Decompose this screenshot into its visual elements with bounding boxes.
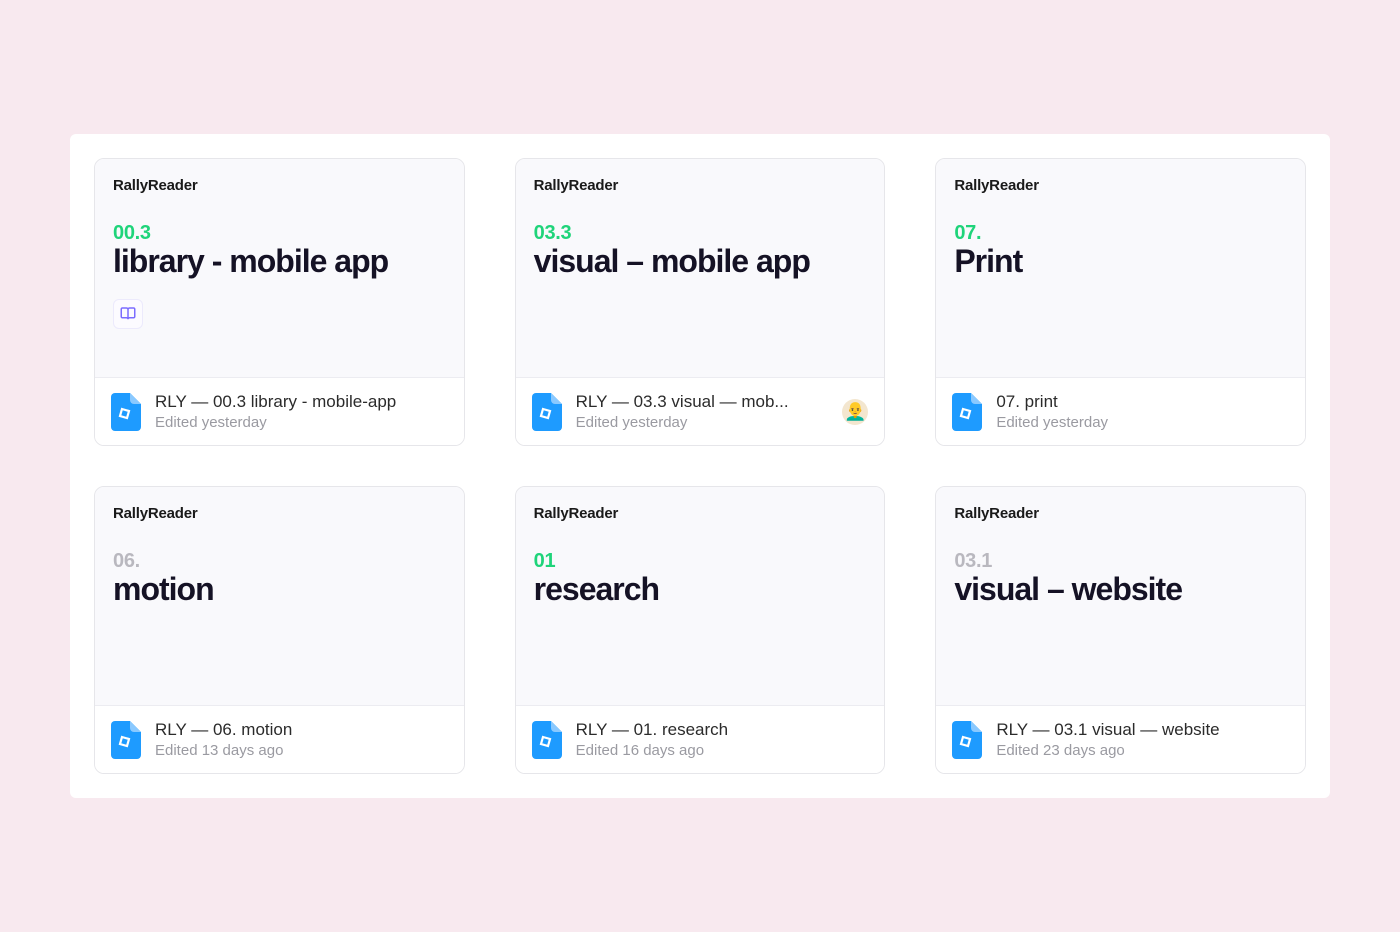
file-card[interactable]: RallyReader 03.1 visual – website RLY — … (935, 486, 1306, 774)
file-edited-label: Edited yesterday (155, 414, 448, 431)
file-preview: RallyReader 03.1 visual – website (936, 487, 1305, 705)
file-edited-label: Edited yesterday (996, 414, 1289, 431)
files-panel: RallyReader 00.3 library - mobile app RL… (70, 134, 1330, 798)
project-number: 07. (954, 222, 1289, 245)
file-preview: RallyReader 01 research (516, 487, 885, 705)
file-footer: RLY — 03.1 visual — website Edited 23 da… (936, 705, 1305, 773)
project-title: visual – website (954, 573, 1289, 607)
file-title: RLY — 01. research (576, 720, 869, 740)
files-grid: RallyReader 00.3 library - mobile app RL… (94, 158, 1306, 774)
figma-file-icon (952, 721, 982, 759)
file-meta: RLY — 03.1 visual — website Edited 23 da… (996, 720, 1289, 759)
book-icon (113, 299, 143, 329)
file-edited-label: Edited 13 days ago (155, 742, 448, 759)
file-footer: 07. print Edited yesterday (936, 377, 1305, 445)
file-footer: RLY — 06. motion Edited 13 days ago (95, 705, 464, 773)
file-title: RLY — 00.3 library - mobile-app (155, 392, 448, 412)
file-preview: RallyReader 06. motion (95, 487, 464, 705)
file-edited-label: Edited yesterday (576, 414, 829, 431)
project-title: research (534, 573, 869, 607)
brand-label: RallyReader (113, 505, 448, 522)
project-title: motion (113, 573, 448, 607)
file-preview: RallyReader 00.3 library - mobile app (95, 159, 464, 377)
figma-file-icon (111, 721, 141, 759)
file-title: RLY — 03.3 visual — mob... (576, 392, 829, 412)
file-meta: RLY — 06. motion Edited 13 days ago (155, 720, 448, 759)
file-card[interactable]: RallyReader 03.3 visual – mobile app RLY… (515, 158, 886, 446)
file-card[interactable]: RallyReader 00.3 library - mobile app RL… (94, 158, 465, 446)
file-title: 07. print (996, 392, 1289, 412)
file-meta: RLY — 03.3 visual — mob... Edited yester… (576, 392, 829, 431)
file-footer: RLY — 03.3 visual — mob... Edited yester… (516, 377, 885, 445)
project-number: 01 (534, 550, 869, 573)
file-edited-label: Edited 23 days ago (996, 742, 1289, 759)
project-number: 06. (113, 550, 448, 573)
figma-file-icon (532, 721, 562, 759)
project-number: 03.1 (954, 550, 1289, 573)
file-meta: 07. print Edited yesterday (996, 392, 1289, 431)
file-footer: RLY — 00.3 library - mobile-app Edited y… (95, 377, 464, 445)
figma-file-icon (532, 393, 562, 431)
brand-label: RallyReader (534, 177, 869, 194)
brand-label: RallyReader (113, 177, 448, 194)
file-edited-label: Edited 16 days ago (576, 742, 869, 759)
file-footer: RLY — 01. research Edited 16 days ago (516, 705, 885, 773)
file-title: RLY — 06. motion (155, 720, 448, 740)
file-meta: RLY — 01. research Edited 16 days ago (576, 720, 869, 759)
file-meta: RLY — 00.3 library - mobile-app Edited y… (155, 392, 448, 431)
figma-file-icon (952, 393, 982, 431)
project-number: 00.3 (113, 222, 448, 245)
project-title: Print (954, 245, 1289, 279)
project-title: visual – mobile app (534, 245, 869, 279)
brand-label: RallyReader (954, 177, 1289, 194)
brand-label: RallyReader (534, 505, 869, 522)
file-title: RLY — 03.1 visual — website (996, 720, 1289, 740)
file-preview: RallyReader 03.3 visual – mobile app (516, 159, 885, 377)
project-number: 03.3 (534, 222, 869, 245)
file-card[interactable]: RallyReader 07. Print 07. print Edited y… (935, 158, 1306, 446)
collaborator-avatar[interactable]: 👨‍🦲 (842, 399, 868, 425)
file-card[interactable]: RallyReader 06. motion RLY — 06. motion … (94, 486, 465, 774)
file-card[interactable]: RallyReader 01 research RLY — 01. resear… (515, 486, 886, 774)
brand-label: RallyReader (954, 505, 1289, 522)
figma-file-icon (111, 393, 141, 431)
file-preview: RallyReader 07. Print (936, 159, 1305, 377)
project-title: library - mobile app (113, 245, 448, 279)
